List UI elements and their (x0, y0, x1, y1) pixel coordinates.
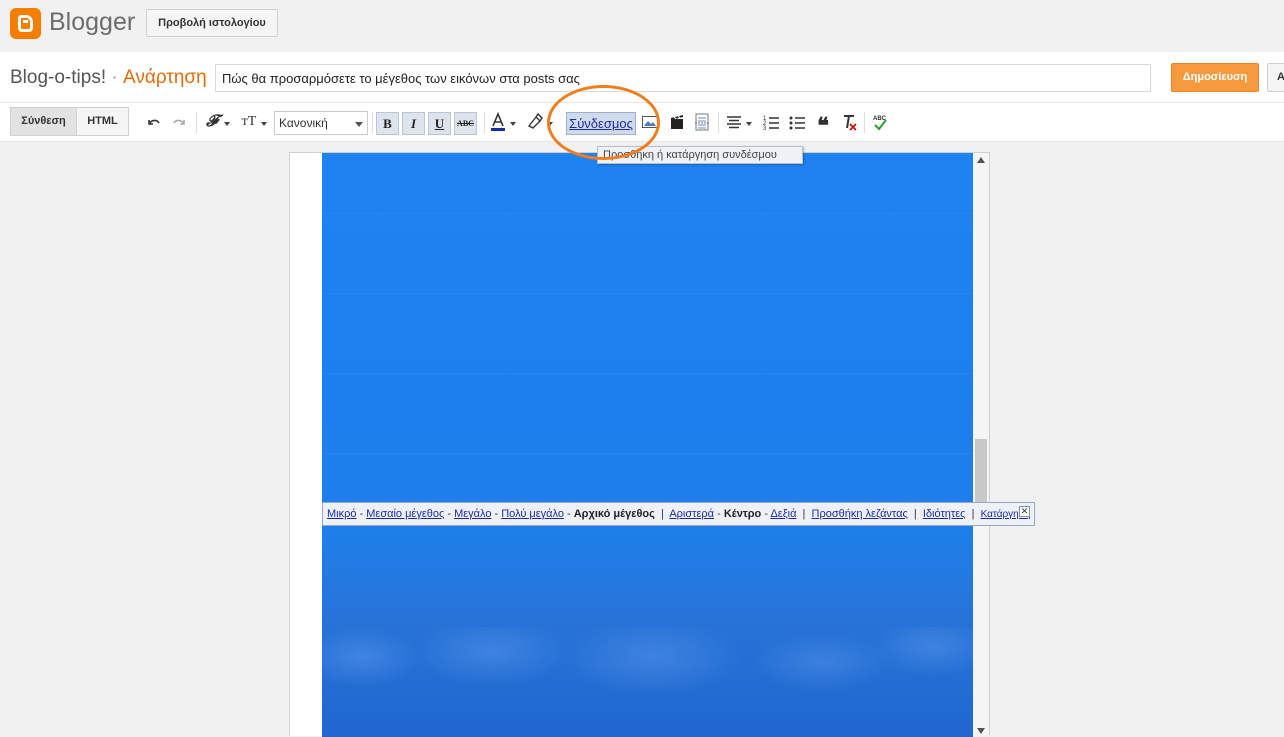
top-bar: Blogger Προβολή ιστολογίου (0, 0, 1284, 52)
toolbar-divider (372, 112, 373, 133)
toolbar-divider (864, 112, 865, 133)
font-size-icon[interactable]: тT (240, 111, 258, 133)
save-button[interactable]: Α (1267, 63, 1284, 92)
breadcrumb-separator: · (106, 67, 123, 88)
separator: | (907, 508, 923, 520)
font-family-icon[interactable]: 𝓕 (203, 111, 221, 133)
breadcrumb: Blog-o-tips! · Ανάρτηση (10, 67, 207, 89)
compose-mode-button[interactable]: Σύνθεση (10, 107, 77, 136)
toolbar-divider (196, 112, 197, 133)
undo-icon[interactable] (145, 111, 163, 133)
chevron-down-icon (224, 122, 230, 126)
separator: | (965, 508, 981, 520)
separator: - (563, 508, 574, 520)
chevron-down-icon (355, 122, 363, 127)
numbered-list-icon[interactable]: 123 (762, 111, 780, 133)
insert-jump-break-icon[interactable] (693, 111, 711, 133)
link-tooltip: Προσθήκη ή κατάργηση συνδέσμου (597, 146, 803, 164)
link-button[interactable]: Σύνδεσμος (566, 112, 636, 135)
align-icon[interactable] (725, 111, 743, 133)
chevron-down-icon (746, 122, 752, 126)
chevron-down-icon (510, 122, 516, 126)
separator: | (654, 508, 670, 520)
chevron-down-icon (547, 122, 553, 126)
view-blog-button[interactable]: Προβολή ιστολογίου (146, 9, 278, 37)
post-title-input[interactable] (215, 64, 1151, 92)
publish-button[interactable]: Δημοσίευση (1171, 63, 1259, 92)
html-mode-button[interactable]: HTML (76, 107, 129, 136)
redo-icon[interactable] (170, 111, 188, 133)
editor-toolbar: Σύνθεση HTML 𝓕 тT Κανονική B I U ABC Σύν… (0, 103, 1284, 142)
align-left-link[interactable]: Αριστερά (669, 508, 714, 520)
align-center-selected: Κέντρο (723, 508, 762, 520)
separator: - (491, 508, 502, 520)
scrollbar-thumb[interactable] (975, 439, 987, 505)
separator: - (444, 508, 455, 520)
align-right-link[interactable]: Δεξιά (770, 508, 796, 520)
insert-video-icon[interactable] (668, 111, 686, 133)
spellcheck-icon[interactable]: ABC (871, 111, 889, 133)
blogger-logo-icon[interactable] (10, 8, 41, 39)
paragraph-format-select[interactable]: Κανονική (274, 111, 368, 135)
separator: - (356, 508, 367, 520)
close-icon[interactable]: ✕ (1019, 506, 1030, 517)
quote-icon[interactable]: ❝ (814, 111, 832, 138)
size-xlarge-link[interactable]: Πολύ μεγάλο (501, 508, 564, 520)
properties-link[interactable]: Ιδιότητες (923, 508, 966, 520)
scroll-up-icon[interactable] (977, 157, 985, 163)
image-options-bar: Μικρό - Μεσαίο μέγεθος - Μεγάλο - Πολύ μ… (322, 502, 1035, 526)
paragraph-format-value: Κανονική (279, 116, 328, 130)
toolbar-divider (718, 112, 719, 133)
separator: | (796, 508, 812, 520)
post-editor[interactable] (289, 152, 990, 737)
size-original-selected: Αρχικό μέγεθος (573, 508, 655, 520)
size-medium-link[interactable]: Μεσαίο μέγεθος (366, 508, 444, 520)
post-image[interactable] (322, 153, 973, 737)
add-caption-link[interactable]: Προσθήκη λεζάντας (812, 508, 908, 520)
scroll-down-icon[interactable] (977, 728, 985, 734)
size-large-link[interactable]: Μεγάλο (454, 508, 491, 520)
italic-button[interactable]: I (402, 112, 425, 135)
insert-image-icon[interactable] (641, 111, 659, 133)
underline-button[interactable]: U (428, 112, 451, 135)
toolbar-divider (484, 112, 485, 133)
blog-name[interactable]: Blog-o-tips! (10, 67, 106, 88)
chevron-down-icon (261, 122, 267, 126)
bulleted-list-icon[interactable] (788, 111, 806, 133)
strikethrough-button[interactable]: ABC (454, 112, 477, 135)
separator: - (714, 508, 724, 520)
highlight-color-icon[interactable] (526, 111, 544, 133)
title-bar: Blog-o-tips! · Ανάρτηση Δημοσίευση Α (0, 52, 1284, 103)
remove-formatting-icon[interactable] (840, 111, 858, 133)
section-title: Ανάρτηση (123, 67, 207, 88)
text-color-icon[interactable] (489, 111, 507, 133)
bold-button[interactable]: B (376, 112, 399, 135)
editor-scrollbar[interactable] (973, 153, 989, 736)
svg-text:3: 3 (763, 126, 767, 132)
size-small-link[interactable]: Μικρό (327, 508, 356, 520)
blogger-logo-text[interactable]: Blogger (49, 8, 135, 37)
